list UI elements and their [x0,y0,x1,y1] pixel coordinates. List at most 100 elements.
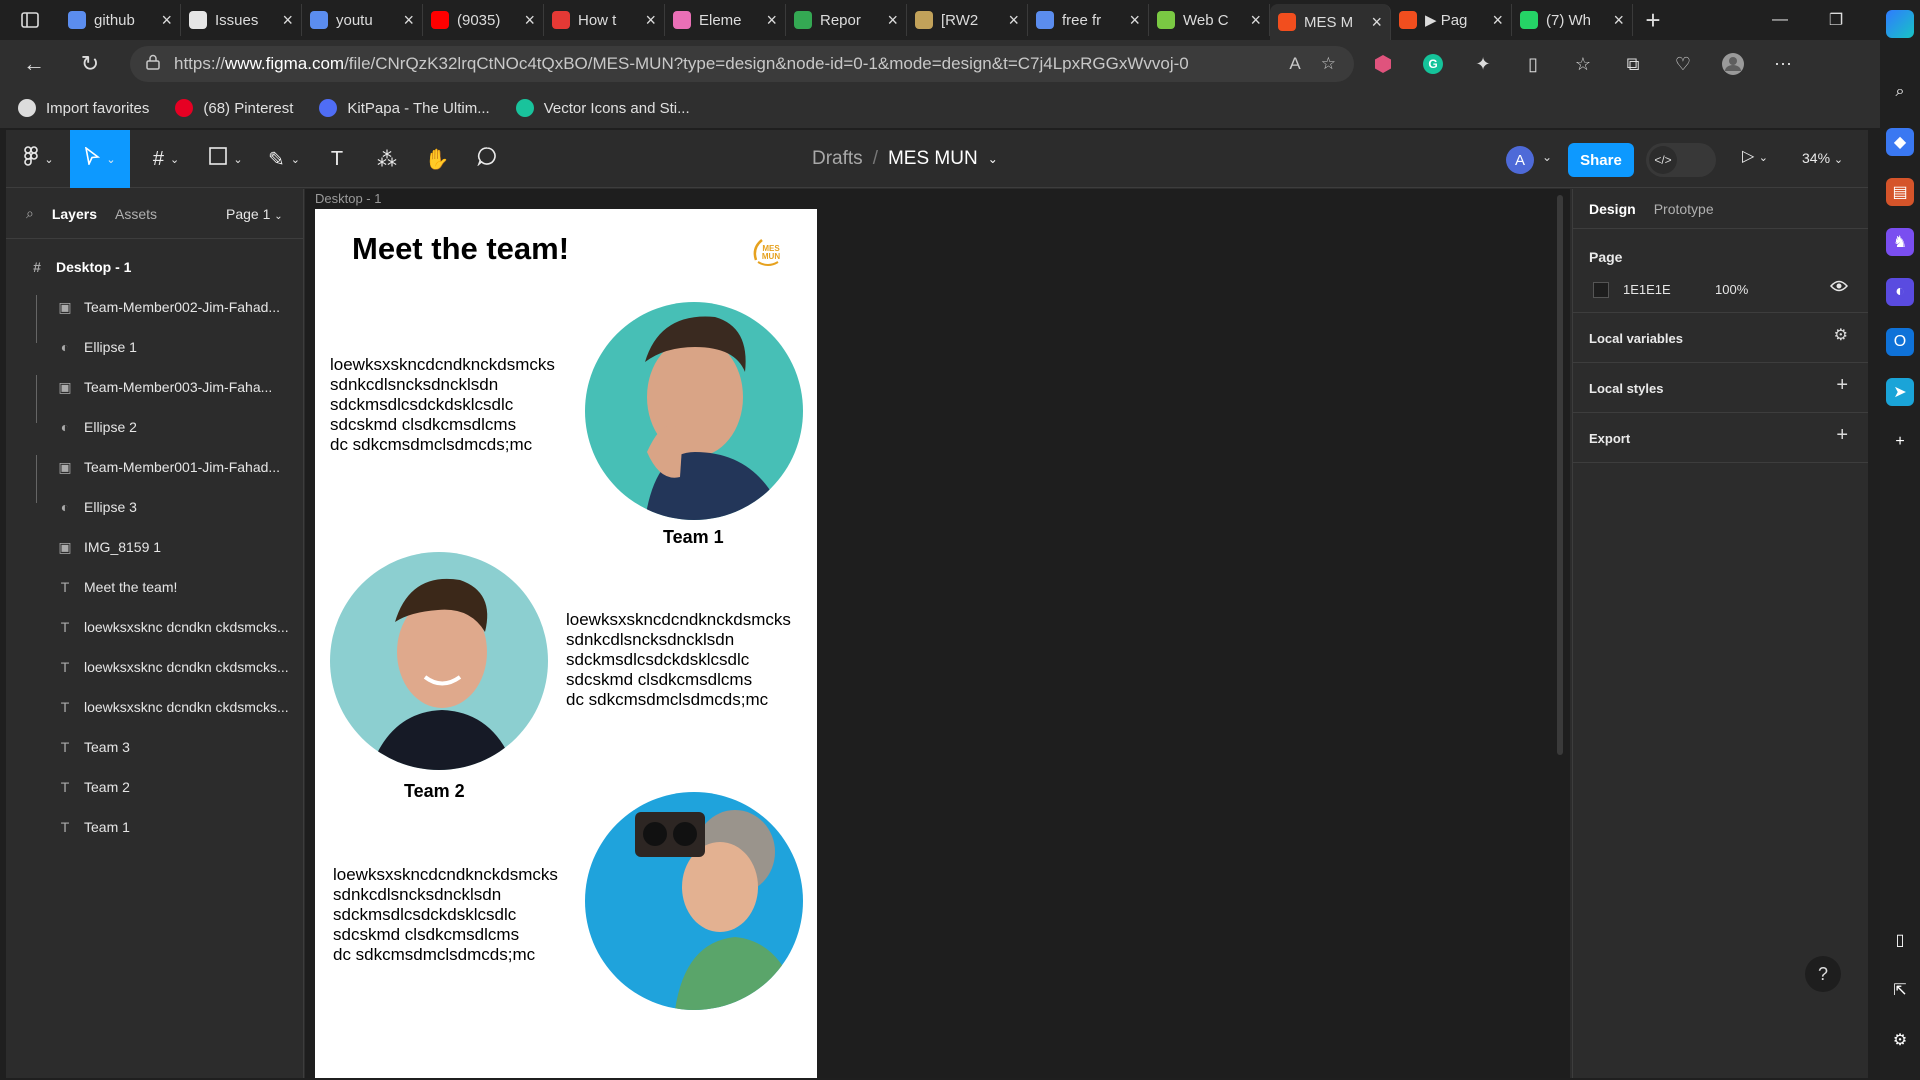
browser-tab[interactable]: github × [60,4,181,36]
move-tool[interactable]: ⌄ [70,130,130,188]
favorite-star-icon[interactable]: ☆ [1321,54,1336,74]
page-color-hex[interactable]: 1E1E1E [1623,282,1671,297]
add-style-icon[interactable]: + [1836,374,1848,397]
browser-tab[interactable]: Issues × [181,4,302,36]
close-tab-icon[interactable]: × [1129,10,1140,31]
read-aloud-icon[interactable]: A [1289,54,1300,74]
layers-search-icon[interactable]: ⌕ [26,205,34,222]
page-opacity[interactable]: 100% [1715,282,1748,297]
variables-settings-icon[interactable]: ⚙ [1834,325,1848,345]
close-tab-icon[interactable]: × [1371,12,1382,33]
browser-tab[interactable]: Web C × [1149,4,1270,36]
page-selector[interactable]: Page 1 ⌄ [226,206,283,222]
copilot-icon[interactable] [1886,10,1914,38]
favorites-icon[interactable]: ☆ [1570,51,1596,77]
local-styles-title[interactable]: Local styles [1589,381,1663,396]
close-tab-icon[interactable]: × [645,10,656,31]
help-button[interactable]: ? [1805,956,1841,992]
more-options-icon[interactable]: ⋯ [1770,51,1796,77]
layer-row[interactable]: Tloewksxsknc dcndkn ckdsmcks... [6,607,303,647]
drop-icon[interactable]: ➤ [1886,378,1914,406]
grammarly-icon[interactable]: G [1420,51,1446,77]
close-tab-icon[interactable]: × [161,10,172,31]
eye-icon[interactable] [1829,279,1849,298]
close-tab-icon[interactable]: × [1008,10,1019,31]
browser-tab[interactable]: How t × [544,4,665,36]
tools-icon[interactable]: ▤ [1886,178,1914,206]
main-menu-button[interactable]: ⌄ [14,130,64,188]
text-tool[interactable]: T [320,130,354,188]
canvas-scrollbar[interactable] [1557,195,1563,755]
zoom-level[interactable]: 34% ⌄ [1802,150,1843,166]
close-tab-icon[interactable]: × [887,10,898,31]
close-tab-icon[interactable]: × [1250,10,1261,31]
layer-row[interactable]: T Team 1 [6,807,303,847]
team1-photo[interactable] [585,302,803,520]
add-export-icon[interactable]: + [1836,424,1848,447]
layer-row[interactable]: ▣ IMG_8159 1 [6,527,303,567]
chevron-down-icon[interactable]: ⌄ [988,152,998,166]
tab-design[interactable]: Design [1589,201,1636,217]
browser-tab[interactable]: free fr × [1028,4,1149,36]
team2-description[interactable]: loewksxskncdcndknckdsmcks sdnkcdlsncksdn… [566,610,791,710]
new-tab-button[interactable]: + [1633,4,1673,36]
team1-description[interactable]: loewksxskncdcndknckdsmcks sdnkcdlsncksdn… [330,355,555,455]
tab-actions-icon[interactable] [0,0,60,40]
address-bar[interactable]: https://www.figma.com/file/CNrQzK32lrqCt… [130,46,1354,82]
team3-photo[interactable] [585,792,803,1010]
extension-d-icon[interactable] [1370,51,1396,77]
layer-row[interactable]: ▣ Team-Member001-Jim-Fahad... [6,447,303,487]
resources-tool[interactable]: ⁂ [370,130,404,188]
team1-label[interactable]: Team 1 [663,527,724,548]
layer-row[interactable]: # Desktop - 1 [6,247,303,287]
team2-photo[interactable] [330,552,548,770]
layer-row[interactable]: T Meet the team! [6,567,303,607]
mes-mun-logo[interactable]: MES MUN [747,231,789,273]
browser-tab[interactable]: [RW2 × [907,4,1028,36]
layer-row[interactable]: ▣ Team-Member003-Jim-Faha... [6,367,303,407]
export-title[interactable]: Export [1589,431,1630,446]
favorite-item[interactable]: Import favorites [18,99,149,117]
share-button[interactable]: Share [1568,143,1634,177]
minimize-icon[interactable]: — [1752,0,1808,40]
outlook-icon[interactable]: O [1886,328,1914,356]
favorite-item[interactable]: (68) Pinterest [175,99,293,117]
hand-tool[interactable]: ✋ [420,130,454,188]
layer-row[interactable]: ◐ Ellipse 2 [6,407,303,447]
breadcrumb-drafts[interactable]: Drafts [812,148,863,170]
frame-tool[interactable]: # ⌄ [142,130,190,188]
layer-row[interactable]: ◐ Ellipse 3 [6,487,303,527]
shape-tool[interactable]: ⌄ [202,130,250,188]
browser-tab[interactable]: Eleme × [665,4,786,36]
tab-prototype[interactable]: Prototype [1654,201,1714,217]
pen-tool[interactable]: ✎ ⌄ [260,130,308,188]
local-variables-title[interactable]: Local variables [1589,331,1683,346]
refresh-button[interactable]: ↻ [68,40,112,88]
team3-description[interactable]: loewksxskncdcndknckdsmcks sdnkcdlsncksdn… [333,865,558,965]
close-tab-icon[interactable]: × [1492,10,1503,31]
back-button[interactable]: ← [0,40,68,88]
sidebar-panel-icon[interactable]: ▯ [1886,926,1914,954]
layer-row[interactable]: Tloewksxsknc dcndkn ckdsmcks... [6,687,303,727]
file-name[interactable]: MES MUN [888,148,978,170]
avatar[interactable]: A [1506,146,1534,174]
tab-assets[interactable]: Assets [115,206,157,222]
profile-icon[interactable] [1720,51,1746,77]
favorite-item[interactable]: KitPapa - The Ultim... [319,99,490,117]
sidebar-settings-icon[interactable]: ⚙ [1886,1026,1914,1054]
collections-icon[interactable]: ⧉ [1620,51,1646,77]
split-screen-icon[interactable]: ▯ [1520,51,1546,77]
games-icon[interactable]: ♞ [1886,228,1914,256]
close-tab-icon[interactable]: × [766,10,777,31]
chevron-down-icon[interactable]: ⌄ [1542,150,1552,164]
shopping-icon[interactable]: ◆ [1886,128,1914,156]
frame-label[interactable]: Desktop - 1 [315,191,381,206]
dev-mode-toggle[interactable]: </> [1646,143,1716,177]
layer-row[interactable]: Tloewksxsknc dcndkn ckdsmcks... [6,647,303,687]
browser-tab[interactable]: youtu × [302,4,423,36]
layer-row[interactable]: T Team 3 [6,727,303,767]
open-external-icon[interactable]: ⇱ [1886,976,1914,1004]
browser-tab[interactable]: (7) Wh × [1512,4,1633,36]
comment-tool[interactable] [470,130,504,188]
favorite-item[interactable]: Vector Icons and Sti... [515,99,690,117]
